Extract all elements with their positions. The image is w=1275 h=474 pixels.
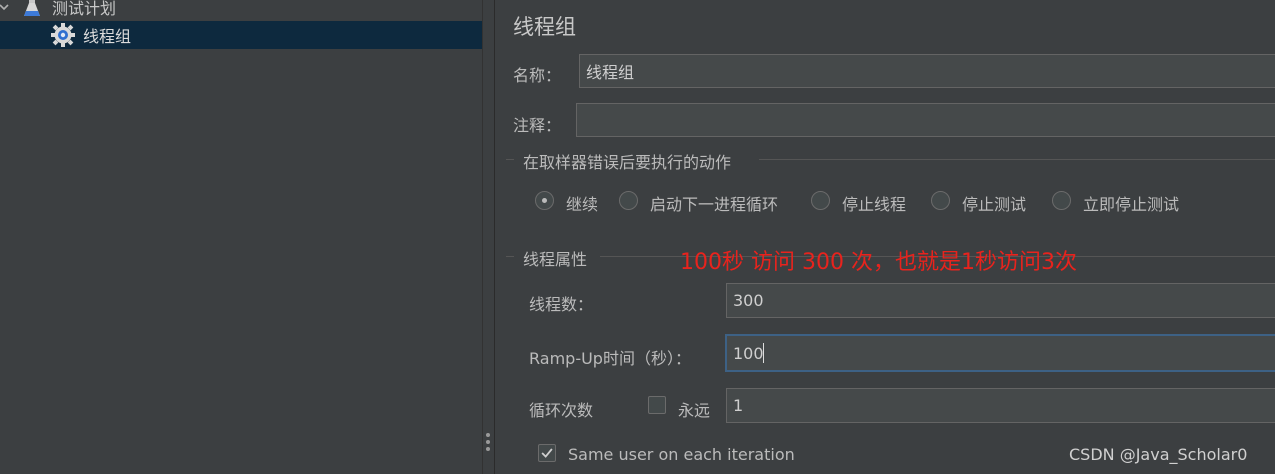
radio-stop-test-now[interactable] bbox=[1052, 191, 1071, 210]
same-user-label: Same user on each iteration bbox=[568, 445, 795, 464]
section-divider bbox=[506, 159, 514, 160]
chevron-down-icon[interactable] bbox=[0, 1, 10, 13]
thread-properties-section-label: 线程属性 bbox=[523, 250, 588, 269]
section-divider bbox=[506, 256, 514, 257]
watermark: CSDN @Java_Scholar0 bbox=[1069, 445, 1248, 464]
radio-continue[interactable] bbox=[535, 191, 554, 210]
radio-label-stop-test-now: 立即停止测试 bbox=[1083, 195, 1180, 214]
thread-group-panel: 线程组 名称： 线程组 注释： 在取样器错误后要执行的动作 继续 启动下一进程循… bbox=[496, 0, 1275, 474]
tree-node-thread-group[interactable]: 线程组 bbox=[0, 21, 482, 49]
comment-label: 注释： bbox=[513, 116, 562, 135]
text-caret bbox=[763, 343, 764, 363]
radio-stop-test[interactable] bbox=[931, 191, 950, 210]
radio-label-start-next-loop: 启动下一进程循环 bbox=[650, 195, 779, 214]
splitter-grip-icon[interactable] bbox=[486, 433, 490, 453]
gear-icon bbox=[51, 23, 75, 47]
tree-node-label: 线程组 bbox=[83, 27, 132, 46]
panel-splitter[interactable] bbox=[482, 0, 495, 474]
forever-checkbox[interactable] bbox=[648, 396, 666, 414]
radio-label-continue: 继续 bbox=[566, 195, 599, 214]
radio-start-next-loop[interactable] bbox=[619, 191, 638, 210]
radio-stop-thread[interactable] bbox=[811, 191, 830, 210]
name-label: 名称： bbox=[513, 66, 562, 85]
threads-field[interactable]: 300 bbox=[726, 283, 1275, 318]
threads-label: 线程数： bbox=[529, 295, 594, 314]
test-plan-tree: 测试计划 线程组 bbox=[0, 0, 482, 474]
red-annotation-text: 100秒 访问 300 次，也就是1秒访问3次 bbox=[680, 250, 1077, 275]
tree-node-test-plan[interactable]: 测试计划 bbox=[0, 0, 482, 21]
radio-label-stop-thread: 停止线程 bbox=[842, 195, 907, 214]
loop-count-label: 循环次数 bbox=[529, 401, 594, 420]
comment-field[interactable] bbox=[576, 103, 1275, 137]
checkmark-icon bbox=[541, 448, 553, 458]
rampup-label: Ramp-Up时间（秒）： bbox=[529, 349, 691, 368]
loop-count-field-value: 1 bbox=[733, 396, 744, 415]
radio-label-stop-test: 停止测试 bbox=[962, 195, 1027, 214]
error-action-section-label: 在取样器错误后要执行的动作 bbox=[523, 153, 732, 172]
rampup-field-value: 100 bbox=[733, 343, 764, 363]
same-user-checkbox[interactable] bbox=[538, 444, 556, 462]
tree-node-label: 测试计划 bbox=[52, 0, 117, 18]
section-divider bbox=[759, 159, 1275, 160]
flask-icon bbox=[24, 0, 40, 16]
panel-title: 线程组 bbox=[513, 15, 576, 39]
loop-count-field[interactable]: 1 bbox=[726, 388, 1275, 423]
name-field[interactable]: 线程组 bbox=[579, 54, 1275, 88]
rampup-field[interactable]: 100 bbox=[725, 334, 1275, 372]
name-field-value: 线程组 bbox=[586, 63, 635, 82]
threads-field-value: 300 bbox=[733, 291, 764, 310]
forever-label: 永远 bbox=[678, 401, 711, 420]
